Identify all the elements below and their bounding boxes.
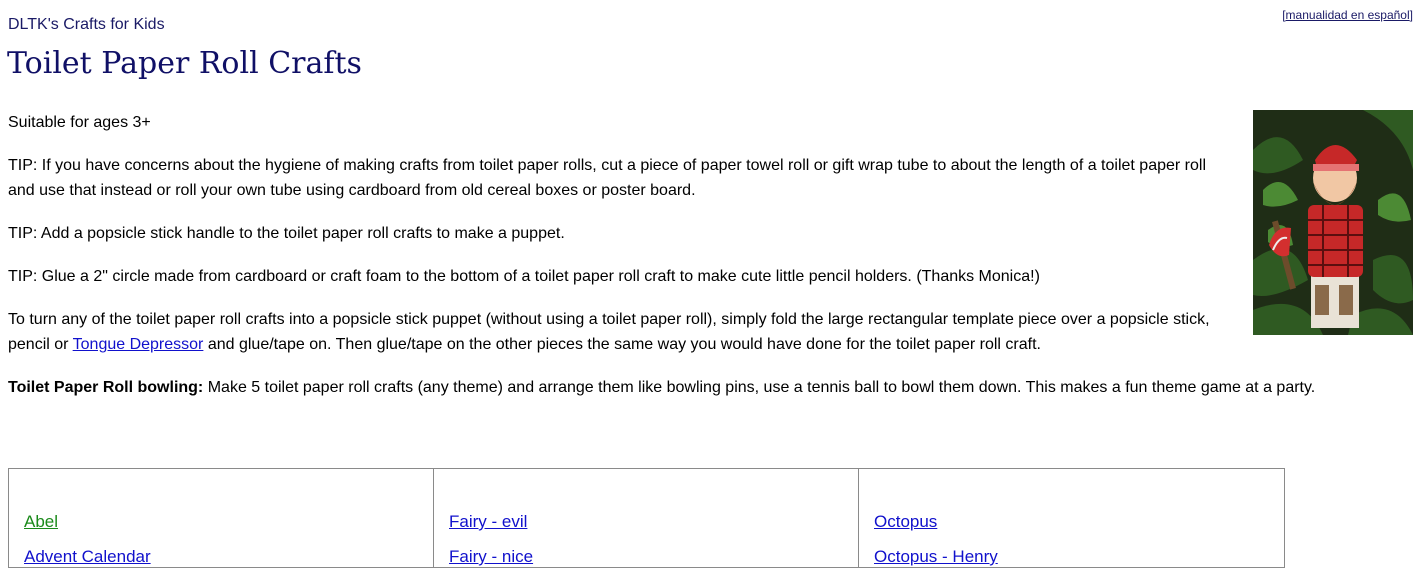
spanish-version-link[interactable]: manualidad en español (1286, 8, 1410, 22)
site-name-link[interactable]: DLTK's Crafts for Kids (8, 16, 165, 34)
bowling-paragraph: Toilet Paper Roll bowling: Make 5 toilet… (8, 375, 1408, 400)
lumberjack-craft-photo (1253, 110, 1413, 335)
intro-content: Suitable for ages 3+ TIP: If you have co… (8, 110, 1315, 418)
puppet-text-after: and glue/tape on. Then glue/tape on the … (203, 336, 1041, 353)
craft-column-1: Abel Advent Calendar (9, 469, 434, 567)
craft-index-table: Abel Advent Calendar Fairy - evil Fairy … (8, 468, 1285, 568)
tip-pencil-holder: TIP: Glue a 2" circle made from cardboar… (8, 268, 1040, 285)
puppet-instructions: To turn any of the toilet paper roll cra… (8, 307, 1233, 357)
tongue-depressor-link[interactable]: Tongue Depressor (73, 336, 204, 353)
craft-link-fairy-evil[interactable]: Fairy - evil (449, 504, 858, 539)
lumberjack-illustration (1253, 110, 1413, 335)
craft-link-abel[interactable]: Abel (24, 504, 433, 539)
craft-link-advent-calendar[interactable]: Advent Calendar (24, 539, 433, 574)
bowling-label: Toilet Paper Roll bowling: (8, 379, 204, 396)
tip-puppet: TIP: Add a popsicle stick handle to the … (8, 225, 565, 242)
language-link-wrapper: [manualidad en español] (1282, 8, 1413, 22)
craft-link-octopus[interactable]: Octopus (874, 504, 1284, 539)
page-title: Toilet Paper Roll Crafts (7, 46, 362, 81)
craft-link-fairy-nice[interactable]: Fairy - nice (449, 539, 858, 574)
tip-hygiene: TIP: If you have concerns about the hygi… (8, 157, 1206, 199)
craft-link-octopus-henry[interactable]: Octopus - Henry (874, 539, 1284, 574)
craft-column-2: Fairy - evil Fairy - nice (434, 469, 859, 567)
age-range-text: Suitable for ages 3+ (8, 114, 151, 131)
bowling-text: Make 5 toilet paper roll crafts (any the… (203, 379, 1316, 396)
craft-column-3: Octopus Octopus - Henry (859, 469, 1284, 567)
